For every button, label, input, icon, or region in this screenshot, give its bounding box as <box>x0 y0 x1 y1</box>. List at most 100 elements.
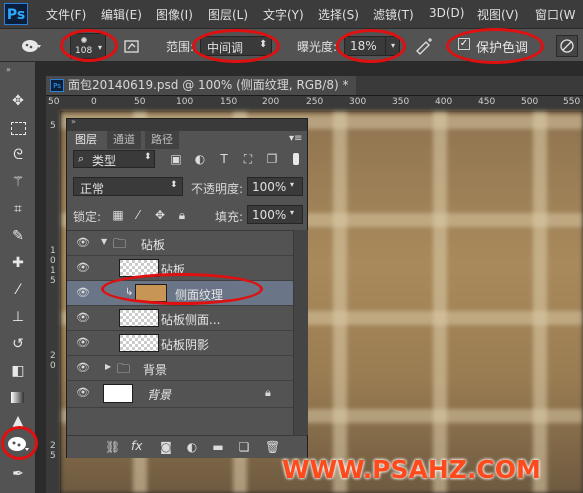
protect-tones-checkbox[interactable]: ✓ <box>458 38 470 50</box>
brush-tip-icon <box>81 37 87 43</box>
new-group-icon[interactable]: ▬ <box>211 440 225 454</box>
panel-header[interactable]: » <box>67 117 307 131</box>
gradient-tool-icon[interactable] <box>9 389 27 407</box>
pen-tool-icon[interactable]: ✒ <box>9 465 27 483</box>
lock-transparent-icon[interactable]: ▦ <box>111 208 125 222</box>
tab-layers[interactable]: 图层 <box>69 131 103 149</box>
brush-preset-picker[interactable]: 108 ▾ <box>70 33 106 59</box>
eye-icon[interactable]: 👁︎ <box>76 362 90 374</box>
eye-icon[interactable]: 👁︎ <box>76 337 90 349</box>
layer-row-selected[interactable]: 👁︎ ↳ 侧面纹理 <box>67 281 293 306</box>
ruler-tick-label: 1 <box>50 246 56 256</box>
ruler-tick-label: 0 <box>50 361 56 371</box>
filter-kind-value: 类型 <box>92 154 117 168</box>
chevron-updown-icon: ⬍ <box>259 39 268 50</box>
eyedropper-tool-icon[interactable]: ✎ <box>9 227 27 245</box>
document-tab[interactable]: Ps 面包20140619.psd @ 100% (侧面纹理, RGB/8) * <box>46 76 357 95</box>
menu-filter[interactable]: 滤镜(T) <box>373 6 414 23</box>
chevron-down-icon[interactable]: ▾ <box>290 180 294 189</box>
chevron-updown-icon: ⬍ <box>170 180 178 190</box>
marquee-tool-icon[interactable] <box>9 119 27 137</box>
filter-toggle-switch[interactable] <box>293 153 299 165</box>
ruler-tick-label: 0 <box>91 97 97 107</box>
chevron-down-icon[interactable]: ▼ <box>101 237 107 246</box>
opacity-field[interactable]: 100% ▾ <box>247 177 303 196</box>
menu-layer[interactable]: 图层(L) <box>208 6 248 23</box>
menu-view[interactable]: 视图(V) <box>477 6 519 23</box>
layers-panel: » 图层 通道 路径 ▾≡ ⌕ 类型 ⬍ ▣ ◐ T ⛶ ❐ 正常 ⬍ 不透明度… <box>66 117 308 458</box>
layer-group-row[interactable]: 👁︎ ▶ 🗀︎ 背景 <box>67 356 293 381</box>
layer-row[interactable]: 👁︎ 砧板阴影 <box>67 331 293 356</box>
menu-select[interactable]: 选择(S) <box>318 6 359 23</box>
menu-bar: Ps 文件(F) 编辑(E) 图像(I) 图层(L) 文字(Y) 选择(S) 滤… <box>0 0 583 28</box>
eye-icon[interactable]: 👁︎ <box>76 312 90 324</box>
eraser-tool-icon[interactable]: ◧ <box>9 362 27 380</box>
clone-stamp-tool-icon[interactable]: ⊥ <box>9 308 27 326</box>
eye-icon[interactable]: 👁︎ <box>76 287 90 299</box>
blend-mode-select[interactable]: 正常 ⬍ <box>73 177 183 196</box>
menu-image[interactable]: 图像(I) <box>156 6 193 23</box>
chevron-down-icon[interactable]: ▾ <box>290 208 294 217</box>
brush-tool-icon[interactable]: ⁄ <box>9 281 27 299</box>
lock-image-icon[interactable]: ⁄ <box>131 208 145 222</box>
menu-window[interactable]: 窗口(W <box>535 6 576 23</box>
range-select[interactable]: 中间调 ⬍ <box>200 36 272 56</box>
layer-filter-select[interactable]: ⌕ 类型 ⬍ <box>73 150 155 168</box>
healing-brush-tool-icon[interactable]: ✚ <box>9 254 27 272</box>
filter-pixel-icon[interactable]: ▣ <box>169 152 183 166</box>
tool-preset-picker[interactable] <box>20 36 42 54</box>
tab-paths[interactable]: 路径 <box>145 131 179 149</box>
layer-group-row[interactable]: 👁︎ ▼ 🗀︎ 砧板 <box>67 231 293 256</box>
crop-tool-icon[interactable]: ⌗ <box>9 200 27 218</box>
tab-channels[interactable]: 通道 <box>107 131 141 149</box>
add-mask-icon[interactable]: ◙ <box>159 440 173 454</box>
collapse-icon[interactable]: » <box>6 65 11 74</box>
eye-icon[interactable]: 👁︎ <box>76 262 90 274</box>
opacity-label: 不透明度: <box>191 182 244 196</box>
ruler-tick-label: 250 <box>306 97 324 107</box>
layer-style-button[interactable]: fx <box>131 439 142 453</box>
panel-menu-icon[interactable]: ▾≡ <box>289 133 302 144</box>
menu-type[interactable]: 文字(Y) <box>263 6 304 23</box>
sponge-tool-button[interactable] <box>5 432 31 454</box>
airbrush-icon <box>416 38 432 55</box>
pressure-size-toggle[interactable] <box>556 35 578 57</box>
filter-type-icon[interactable]: T <box>217 152 231 166</box>
brush-panel-toggle[interactable] <box>124 38 140 54</box>
options-bar: 108 ▾ 范围: 中间调 ⬍ 曝光度: 18% ▾ ✓ 保护色调 <box>0 28 583 64</box>
move-tool-icon[interactable]: ✥ <box>9 92 27 110</box>
pen-pressure-icon <box>560 39 574 53</box>
layer-row[interactable]: 👁︎ 砧板 <box>67 256 293 281</box>
collapse-icon[interactable]: » <box>71 117 76 126</box>
adjustment-layer-icon[interactable]: ◐ <box>185 440 199 454</box>
layer-list: 👁︎ ▼ 🗀︎ 砧板 👁︎ 砧板 👁︎ ↳ 侧面纹理 👁︎ 砧板侧面... 👁︎… <box>67 230 293 411</box>
lock-icon: 🔒︎ <box>265 386 271 399</box>
filter-shape-icon[interactable]: ⛶ <box>241 152 255 166</box>
eye-icon[interactable]: 👁︎ <box>76 237 90 249</box>
exposure-field[interactable]: 18% ▾ <box>344 36 400 56</box>
new-layer-icon[interactable]: ❏ <box>237 440 251 454</box>
menu-edit[interactable]: 编辑(E) <box>101 6 142 23</box>
eye-icon[interactable]: 👁︎ <box>76 387 90 399</box>
blur-tool-icon[interactable]: ▲ <box>9 412 27 430</box>
filter-adjustment-icon[interactable]: ◐ <box>193 152 207 166</box>
lock-all-icon[interactable]: 🔒︎ <box>175 208 189 222</box>
document-title: 面包20140619.psd @ 100% (侧面纹理, RGB/8) * <box>68 78 349 92</box>
airbrush-toggle[interactable] <box>414 37 434 55</box>
magic-wand-tool-icon[interactable]: ⚚ <box>9 173 27 191</box>
sponge-icon <box>8 437 29 451</box>
fill-field[interactable]: 100% ▾ <box>247 205 303 224</box>
menu-3d[interactable]: 3D(D) <box>429 6 464 20</box>
chevron-down-icon[interactable]: ▾ <box>385 37 400 55</box>
filter-smart-object-icon[interactable]: ❐ <box>265 152 279 166</box>
scrollbar[interactable] <box>293 230 308 435</box>
menu-file[interactable]: 文件(F) <box>46 6 86 23</box>
chevron-right-icon[interactable]: ▶ <box>105 362 111 371</box>
delete-layer-icon[interactable]: 🗑︎ <box>265 440 280 454</box>
link-layers-icon[interactable]: ⛓ <box>105 440 120 454</box>
history-brush-tool-icon[interactable]: ↺ <box>9 335 27 353</box>
lasso-tool-icon[interactable]: ᘓ <box>9 146 27 164</box>
background-layer-row[interactable]: 👁︎ 背景 🔒︎ <box>67 381 293 408</box>
lock-position-icon[interactable]: ✥ <box>153 208 167 222</box>
layer-row[interactable]: 👁︎ 砧板侧面... <box>67 306 293 331</box>
